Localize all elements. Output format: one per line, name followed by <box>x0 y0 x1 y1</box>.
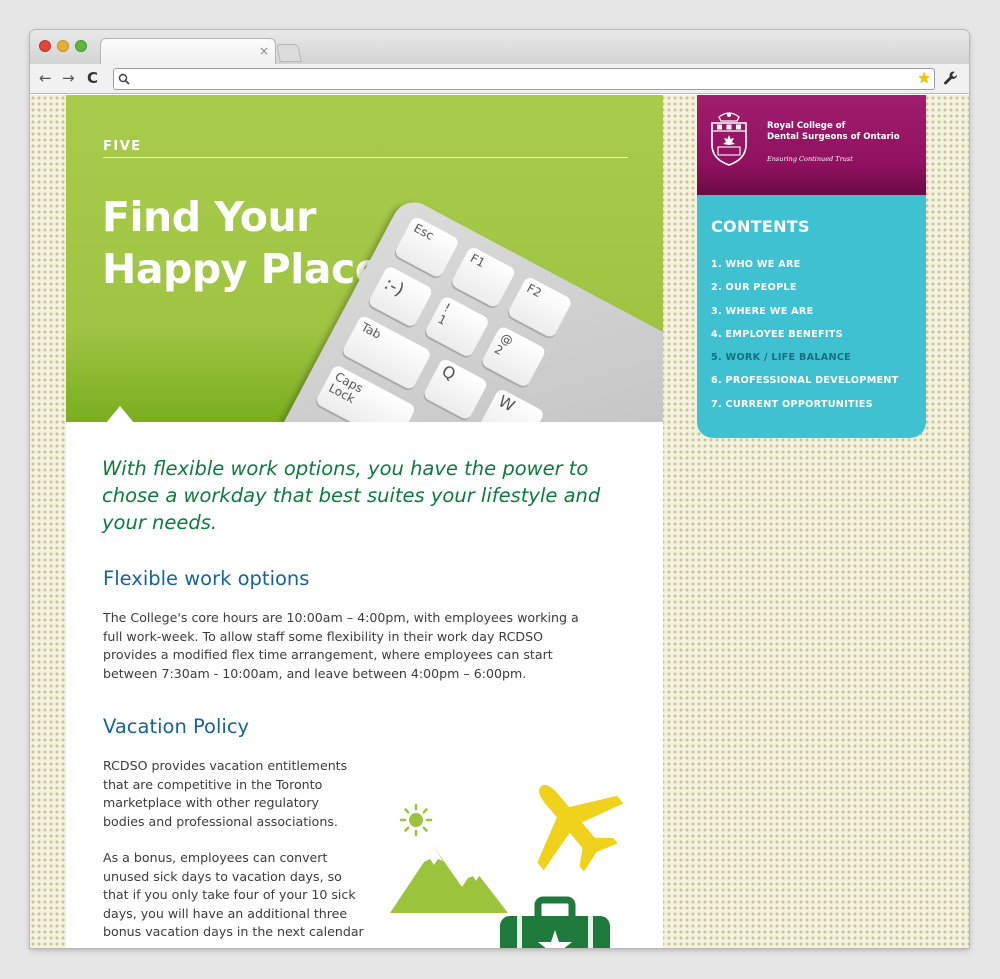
contents-panel: CONTENTS 1. WHO WE ARE 2. OUR PEOPLE 3. … <box>697 195 926 438</box>
section-heading-vacation: Vacation Policy <box>103 715 250 738</box>
sun-icon <box>399 803 433 837</box>
hero-banner: FIVE Find Your Happy Place Esc F1 F2 :-)… <box>66 95 663 422</box>
org-name: Royal College of Dental Surgeons of Onta… <box>767 121 919 143</box>
contents-item-professional-development[interactable]: 6. PROFESSIONAL DEVELOPMENT <box>711 375 899 398</box>
org-name-line1: Royal College of <box>767 121 846 131</box>
title-bar: × <box>30 30 969 65</box>
contents-item-current-opportunities[interactable]: 7. CURRENT OPPORTUNITIES <box>711 399 899 422</box>
crest-icon <box>711 112 747 166</box>
forward-button[interactable]: → <box>62 69 75 87</box>
contents-item-our-people[interactable]: 2. OUR PEOPLE <box>711 282 899 305</box>
hero-notch <box>106 406 134 422</box>
vacation-text-1: RCDSO provides vacation entitlements tha… <box>103 758 348 829</box>
browser-tab[interactable]: × <box>100 38 276 65</box>
back-button[interactable]: ← <box>39 69 52 87</box>
wrench-icon[interactable] <box>943 70 959 86</box>
browser-window: × ← → C ★ FIVE Find Your Happy Place Esc… <box>30 30 969 948</box>
address-bar[interactable]: ★ <box>113 68 935 90</box>
browser-toolbar: ← → C ★ <box>30 64 969 94</box>
contents-item-work-life-balance[interactable]: 5. WORK / LIFE BALANCE <box>711 352 899 375</box>
vacation-illustration <box>390 784 624 948</box>
flexible-work-text: The College's core hours are 10:00am – 4… <box>103 610 579 681</box>
url-input[interactable] <box>136 71 906 87</box>
airplane-icon <box>537 784 624 872</box>
contents-list: 1. WHO WE ARE 2. OUR PEOPLE 3. WHERE WE … <box>711 259 899 422</box>
search-icon <box>118 73 130 85</box>
contents-title: CONTENTS <box>711 217 810 236</box>
tab-close-icon[interactable]: × <box>259 44 269 58</box>
vacation-text-2: As a bonus, employees can convert unused… <box>103 850 364 940</box>
section-heading-flexible-work: Flexible work options <box>103 567 310 590</box>
main-content: FIVE Find Your Happy Place Esc F1 F2 :-)… <box>66 95 663 948</box>
close-window-button[interactable] <box>39 40 51 52</box>
page-viewport: FIVE Find Your Happy Place Esc F1 F2 :-)… <box>30 95 969 948</box>
zoom-window-button[interactable] <box>75 40 87 52</box>
contents-item-who-we-are[interactable]: 1. WHO WE ARE <box>711 259 899 282</box>
star-icon[interactable]: ★ <box>918 69 931 87</box>
org-tagline: Ensuring Continued Trust <box>767 155 853 163</box>
contents-item-employee-benefits[interactable]: 4. EMPLOYEE BENEFITS <box>711 329 899 352</box>
minimize-window-button[interactable] <box>57 40 69 52</box>
suitcase-icon <box>500 896 610 948</box>
reload-button[interactable]: C <box>87 69 98 87</box>
org-name-line2: Dental Surgeons of Ontario <box>767 132 900 142</box>
lead-paragraph: With flexible work options, you have the… <box>102 457 601 534</box>
new-tab-button[interactable] <box>276 44 302 62</box>
org-logo-block[interactable]: Royal College of Dental Surgeons of Onta… <box>697 95 926 195</box>
eyebrow-divider <box>103 157 628 158</box>
mountain-icon <box>390 847 508 913</box>
section-number: FIVE <box>103 139 142 154</box>
contents-item-where-we-are[interactable]: 3. WHERE WE ARE <box>711 306 899 329</box>
